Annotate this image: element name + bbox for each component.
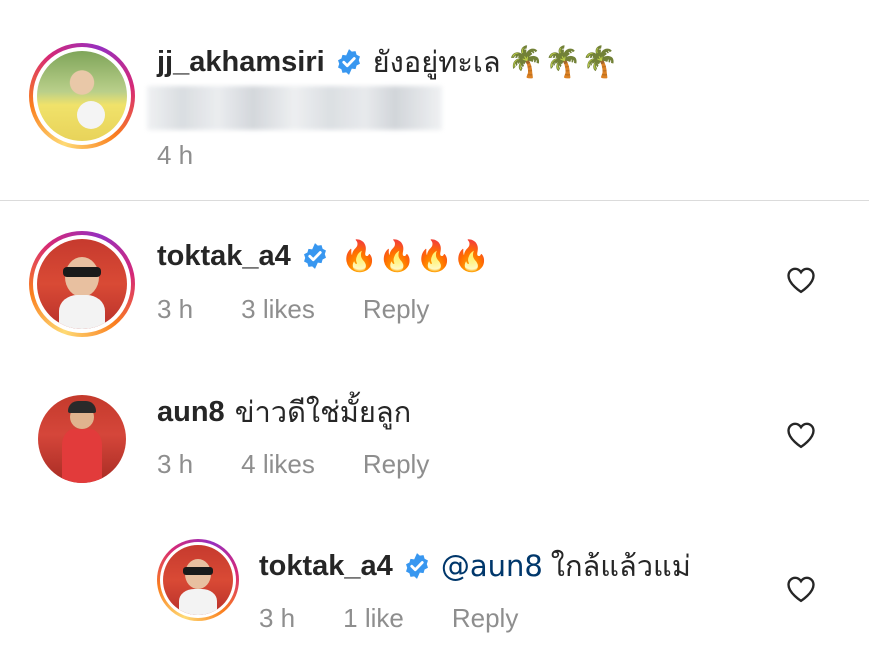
comment-likes[interactable]: 3 likes <box>241 294 315 325</box>
verified-badge-icon <box>405 553 428 579</box>
comment-likes[interactable]: 4 likes <box>241 449 315 480</box>
heart-icon[interactable] <box>786 421 816 449</box>
post-timestamp: 4 h <box>157 140 194 170</box>
reply-button[interactable]: Reply <box>363 449 429 480</box>
avatar-aun8[interactable] <box>38 395 126 483</box>
heart-icon[interactable] <box>786 575 816 603</box>
reply-username[interactable]: toktak_a4 <box>259 550 393 583</box>
reply-likes[interactable]: 1 like <box>343 603 404 634</box>
comment-username[interactable]: aun8 <box>157 396 225 429</box>
fire-emoji: 🔥🔥🔥🔥 <box>340 238 491 274</box>
post-caption: jj_akhamsiri ยังอยู่ทะเล 🌴🌴🌴 4 h <box>0 0 869 200</box>
reply-text: ใกล้แล้วแม่ <box>550 549 691 583</box>
reply-button[interactable]: Reply <box>363 294 429 325</box>
palm-tree-emoji: 🌴🌴🌴 <box>506 44 619 80</box>
post-username[interactable]: jj_akhamsiri <box>157 46 325 79</box>
blurred-text <box>147 86 442 130</box>
mention-link[interactable]: @aun8 <box>441 549 543 583</box>
comment-text: ข่าวดีใช่มั้ยลูก <box>234 395 412 429</box>
reply-timestamp: 3 h <box>259 603 296 633</box>
comment-timestamp: 3 h <box>157 294 194 324</box>
heart-icon[interactable] <box>786 266 816 294</box>
avatar-toktak-a4[interactable] <box>29 231 135 337</box>
comment-username[interactable]: toktak_a4 <box>157 240 291 273</box>
avatar-jj-akhamsiri[interactable] <box>29 43 135 149</box>
verified-badge-icon <box>303 243 326 269</box>
divider <box>0 200 869 201</box>
post-caption-text: ยังอยู่ทะเล <box>372 45 501 79</box>
comment-timestamp: 3 h <box>157 449 194 479</box>
avatar-toktak-a4[interactable] <box>157 539 239 621</box>
verified-badge-icon <box>337 49 360 75</box>
reply-button[interactable]: Reply <box>452 603 518 634</box>
